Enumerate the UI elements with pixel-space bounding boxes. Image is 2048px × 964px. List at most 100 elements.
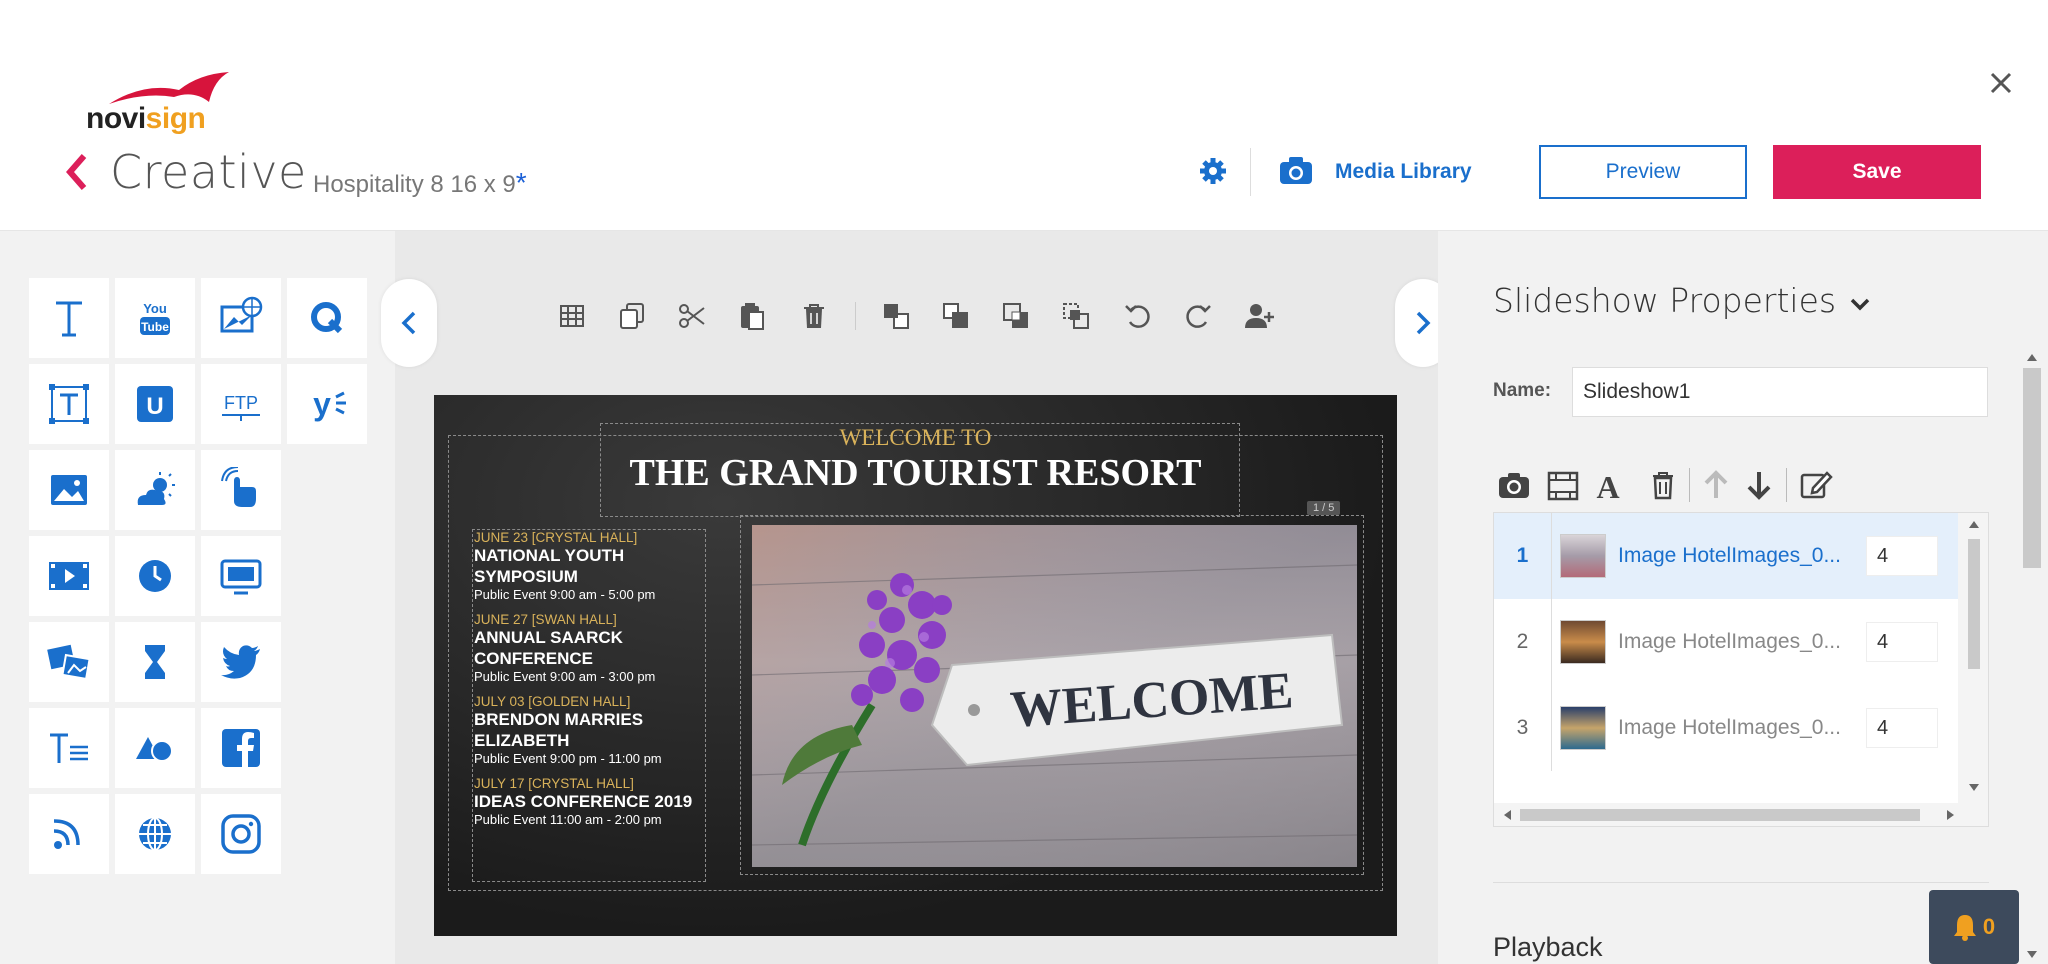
event-title: BRENDON MARRIES ELIZABETH bbox=[474, 710, 644, 750]
slide-thumbnail bbox=[1560, 706, 1606, 750]
screen-widget[interactable] bbox=[201, 536, 281, 616]
paste-icon[interactable] bbox=[736, 300, 768, 332]
bring-forward-icon[interactable] bbox=[940, 300, 972, 332]
camera-icon[interactable] bbox=[1278, 154, 1314, 186]
web-widget[interactable] bbox=[115, 794, 195, 874]
preview-button[interactable]: Preview bbox=[1539, 145, 1747, 199]
weather-widget[interactable] bbox=[115, 450, 195, 530]
add-video-icon[interactable] bbox=[1546, 468, 1580, 502]
duplicate-icon[interactable] bbox=[616, 300, 648, 332]
add-user-icon[interactable] bbox=[1243, 300, 1275, 332]
event-item: JUNE 23 [CRYSTAL HALL] NATIONAL YOUTH SY… bbox=[474, 530, 704, 602]
list-hscroll-thumb[interactable] bbox=[1520, 809, 1920, 821]
send-backward-icon[interactable] bbox=[1000, 300, 1032, 332]
undo-icon[interactable] bbox=[1122, 300, 1154, 332]
trash-icon[interactable] bbox=[798, 300, 830, 332]
svg-text:A: A bbox=[1596, 469, 1619, 502]
slideshow-photo[interactable]: WELCOME bbox=[752, 525, 1357, 867]
events-list[interactable]: JUNE 23 [CRYSTAL HALL] NATIONAL YOUTH SY… bbox=[474, 530, 704, 837]
event-time: Public Event 9:00 pm - 11:00 pm bbox=[474, 751, 662, 766]
facebook-widget[interactable] bbox=[201, 708, 281, 788]
edit-icon[interactable] bbox=[1799, 468, 1833, 502]
name-label: Name: bbox=[1493, 380, 1552, 401]
event-title: ANNUAL SAARCK CONFERENCE bbox=[474, 628, 623, 668]
panel-scroll-thumb[interactable] bbox=[2023, 368, 2041, 568]
event-item: JULY 17 [CRYSTAL HALL] IDEAS CONFERENCE … bbox=[474, 776, 704, 827]
logo-text: novisign bbox=[86, 102, 206, 135]
youtube-widget[interactable]: You Tube bbox=[115, 278, 195, 358]
gallery-widget[interactable] bbox=[29, 622, 109, 702]
slideshow-name-input[interactable] bbox=[1572, 367, 1988, 417]
rss-widget[interactable] bbox=[29, 794, 109, 874]
add-text-icon[interactable]: A bbox=[1591, 468, 1625, 502]
image-widget[interactable] bbox=[29, 450, 109, 530]
ticker-icon bbox=[50, 733, 88, 763]
web-image-widget[interactable] bbox=[201, 278, 281, 358]
list-horizontal-scrollbar[interactable] bbox=[1494, 803, 1988, 826]
slide-duration-input[interactable]: 4 bbox=[1866, 708, 1938, 748]
weather-icon bbox=[137, 472, 175, 505]
media-library-link[interactable]: Media Library bbox=[1335, 160, 1472, 184]
collapse-left-button[interactable] bbox=[381, 279, 437, 367]
event-title: IDEAS CONFERENCE 2019 bbox=[474, 792, 693, 811]
panel-scroll-up-icon[interactable] bbox=[2026, 352, 2038, 362]
cut-icon[interactable] bbox=[676, 300, 708, 332]
creative-name-text: Hospitality 8 16 x 9 bbox=[313, 171, 516, 198]
touch-widget[interactable] bbox=[201, 450, 281, 530]
list-vscroll-thumb[interactable] bbox=[1968, 539, 1980, 669]
u-widget[interactable]: U bbox=[115, 364, 195, 444]
list-vertical-scrollbar[interactable] bbox=[1958, 513, 1988, 803]
slide-row[interactable]: 2 Image HotelImages_0... 4 bbox=[1494, 599, 1958, 685]
text-box-widget[interactable] bbox=[29, 364, 109, 444]
svg-text:Tube: Tube bbox=[141, 320, 169, 334]
scroll-down-arrow-icon[interactable] bbox=[1968, 783, 1980, 793]
slide-row[interactable]: 3 Image HotelImages_0... 4 bbox=[1494, 685, 1958, 771]
redo-icon[interactable] bbox=[1182, 300, 1214, 332]
close-icon[interactable] bbox=[1984, 66, 2018, 100]
row-separator bbox=[1551, 513, 1552, 599]
row-separator bbox=[1551, 599, 1552, 685]
yext-widget[interactable]: y bbox=[287, 364, 367, 444]
chevron-right-icon bbox=[1416, 311, 1431, 335]
twitter-widget[interactable] bbox=[201, 622, 281, 702]
panel-scroll-down-icon[interactable] bbox=[2026, 950, 2038, 960]
move-up-icon[interactable] bbox=[1699, 468, 1733, 502]
slide-duration-input[interactable]: 4 bbox=[1866, 622, 1938, 662]
ticker-widget[interactable] bbox=[29, 708, 109, 788]
touch-icon bbox=[221, 467, 256, 507]
event-title: NATIONAL YOUTH SYMPOSIUM bbox=[474, 546, 625, 586]
countdown-widget[interactable] bbox=[115, 622, 195, 702]
event-time: Public Event 11:00 am - 2:00 pm bbox=[474, 812, 662, 827]
clock-widget[interactable] bbox=[115, 536, 195, 616]
back-chevron-icon[interactable] bbox=[62, 152, 92, 192]
video-icon bbox=[49, 562, 89, 590]
grid-icon[interactable] bbox=[556, 300, 588, 332]
move-down-icon[interactable] bbox=[1742, 468, 1776, 502]
design-stage[interactable]: WELCOME TO THE GRAND TOURIST RESORT JUNE… bbox=[434, 395, 1397, 936]
novisign-logo: novisign bbox=[84, 72, 229, 135]
text-widget[interactable] bbox=[29, 278, 109, 358]
instagram-widget[interactable] bbox=[201, 794, 281, 874]
notification-count: 0 bbox=[1982, 914, 1996, 939]
event-time: Public Event 9:00 am - 5:00 pm bbox=[474, 587, 656, 602]
shapes-widget[interactable] bbox=[115, 708, 195, 788]
q-widget[interactable] bbox=[287, 278, 367, 358]
notifications-button[interactable]: 0 bbox=[1929, 890, 2019, 964]
ftp-widget[interactable]: FTP bbox=[201, 364, 281, 444]
bring-to-front-icon[interactable] bbox=[880, 300, 912, 332]
settings-gear-icon[interactable] bbox=[1198, 156, 1228, 186]
slide-duration-input[interactable]: 4 bbox=[1866, 536, 1938, 576]
save-button[interactable]: Save bbox=[1773, 145, 1981, 199]
slide-row[interactable]: 1 Image HotelImages_0... 4 bbox=[1494, 513, 1958, 599]
video-widget[interactable] bbox=[29, 536, 109, 616]
scroll-up-arrow-icon[interactable] bbox=[1968, 519, 1980, 529]
scroll-right-arrow-icon[interactable] bbox=[1946, 809, 1956, 821]
chevron-down-icon[interactable] bbox=[1846, 290, 1874, 318]
send-to-back-icon[interactable] bbox=[1060, 300, 1092, 332]
slide-thumbnail bbox=[1560, 534, 1606, 578]
add-image-camera-icon[interactable] bbox=[1497, 468, 1531, 502]
playback-section-title[interactable]: Playback bbox=[1493, 932, 1603, 963]
shapes-icon bbox=[136, 737, 173, 762]
scroll-left-arrow-icon[interactable] bbox=[1502, 809, 1512, 821]
delete-slide-icon[interactable] bbox=[1646, 468, 1680, 502]
